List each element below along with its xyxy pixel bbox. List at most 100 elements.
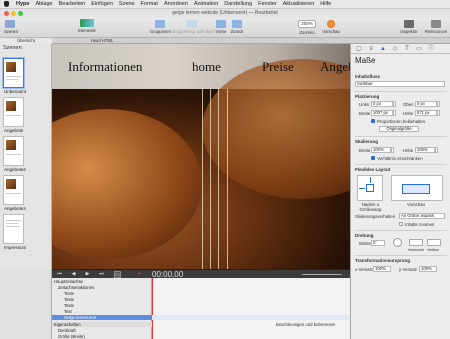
scale-height-stepper[interactable] <box>435 147 438 153</box>
menu-app-name[interactable]: Hype <box>16 1 29 7</box>
timeline-row-selected[interactable]: Geige lernen.text <box>52 315 152 320</box>
menu-item-scene[interactable]: Szene <box>119 1 135 7</box>
scenes-header: Szenen <box>3 45 22 51</box>
scene-thumb-unbenannt[interactable] <box>3 58 24 88</box>
y-offset-field[interactable]: 100% <box>419 266 437 272</box>
menu-item-insert[interactable]: Einfügen <box>91 1 113 7</box>
menu-item-animation[interactable]: Animation <box>194 1 218 7</box>
resources-toggle-button[interactable]: Ressourcen <box>424 20 448 34</box>
loop-icon[interactable]: ▭ <box>114 271 121 278</box>
ungroup-label: Gruppierung aufheben <box>172 29 214 34</box>
minimize-window-icon[interactable] <box>11 11 16 16</box>
send-back-icon <box>232 20 242 28</box>
x-offset-field[interactable]: 100% <box>373 266 391 272</box>
top-stepper[interactable] <box>437 101 440 107</box>
anchor-pin-top[interactable] <box>370 177 371 183</box>
scenes-toggle-button[interactable]: Szenen <box>4 20 18 34</box>
flip-horizontal-button[interactable] <box>409 239 423 246</box>
playhead[interactable] <box>152 278 153 339</box>
elements-label: Elemente <box>78 28 96 33</box>
timeline-row[interactable]: Texte <box>52 291 152 296</box>
identity-inspector-icon[interactable]: ⓘ <box>427 45 435 53</box>
rewind-icon[interactable]: ⏮ <box>56 271 63 278</box>
scale-proportional-checkbox[interactable] <box>371 156 375 160</box>
apple-icon[interactable] <box>4 1 9 7</box>
metrics-inspector-icon[interactable]: ▲ <box>379 45 387 53</box>
left-field[interactable]: 0 px <box>371 101 393 107</box>
window-title-bar: geige lernen website (Unbenannt) — Bearb… <box>0 9 450 17</box>
elements-button[interactable]: Elemente <box>78 19 96 33</box>
text-inspector-icon[interactable]: T <box>403 45 411 53</box>
timeline-row[interactable]: Texte <box>52 303 152 308</box>
scaling-mode-select[interactable]: An Größe anpass. <box>399 213 445 219</box>
width-field[interactable]: 1007 px <box>371 110 393 116</box>
timeline-zoom-slider[interactable] <box>302 274 342 275</box>
left-stepper[interactable] <box>393 101 396 107</box>
close-window-icon[interactable] <box>4 11 9 16</box>
height-field[interactable]: 671 px <box>415 110 437 116</box>
menu-item-window[interactable]: Fenster <box>258 1 277 7</box>
ungroup-button[interactable]: Gruppierung aufheben <box>172 20 214 34</box>
document-inspector-icon[interactable]: ▢ <box>355 45 363 53</box>
bring-front-icon <box>216 20 226 28</box>
scene-thumb-impressum[interactable] <box>3 214 24 244</box>
scale-width-stepper[interactable] <box>391 147 394 153</box>
violin-background-image[interactable] <box>52 59 350 269</box>
scene-thumb-angebote2[interactable] <box>3 136 24 166</box>
timeline-track-area[interactable]: Beschleunigen und bebremsen <box>152 278 350 339</box>
timeline-row[interactable]: Texte <box>52 297 152 302</box>
scene-thumb-line <box>6 193 21 194</box>
property-row-opacity[interactable]: Deckkraft <box>52 328 152 333</box>
main-timeline-select[interactable]: Hauptzeitachse <box>52 279 152 284</box>
send-back-button[interactable]: Zurück <box>230 20 244 34</box>
scale-width-field[interactable]: 100% <box>371 147 391 153</box>
nav-link-informationen[interactable]: Informationen <box>68 59 142 75</box>
scene-inspector-icon[interactable]: ≡ <box>367 45 375 53</box>
timeline-row[interactable]: Text <box>52 309 152 314</box>
step-forward-icon[interactable]: ⏭ <box>98 271 105 278</box>
zoom-window-icon[interactable] <box>18 11 23 16</box>
content-flow-select[interactable]: Sichtbar <box>355 81 445 87</box>
flip-horizontal-label: Horizontal <box>408 248 424 252</box>
height-stepper[interactable] <box>437 110 440 116</box>
actions-inspector-icon[interactable]: ▭ <box>415 45 423 53</box>
nav-link-home[interactable]: home <box>192 59 221 75</box>
width-stepper[interactable] <box>393 110 396 116</box>
element-inspector-icon[interactable]: ◇ <box>391 45 399 53</box>
menu-item-arrange[interactable]: Anordnen <box>164 1 188 7</box>
menu-item-update[interactable]: Aktualisieren <box>283 1 315 7</box>
nav-link-angebote[interactable]: Angebote <box>320 59 350 75</box>
content-flow-heading: Inhaltsfluss <box>355 74 381 79</box>
bring-front-button[interactable]: Vorne <box>214 20 228 34</box>
timeline-row[interactable]: Zeitachsenaktionen <box>52 285 152 290</box>
original-size-button[interactable]: Originalgröße <box>379 126 419 132</box>
scale-height-field[interactable]: 100% <box>415 147 435 153</box>
scene-canvas[interactable]: Informationen home Preise Angebote <box>52 44 350 269</box>
menu-item-format[interactable]: Format <box>141 1 158 7</box>
flip-vertical-button[interactable] <box>427 239 441 246</box>
pin-anchor-editor[interactable] <box>357 175 383 201</box>
menu-item-view[interactable]: Darstellung <box>224 1 252 7</box>
resources-label: Ressourcen <box>424 29 448 34</box>
scene-thumb-angebote3[interactable] <box>3 175 24 205</box>
scale-content-checkbox[interactable] <box>399 222 403 226</box>
anchor-pin-left[interactable] <box>359 188 365 189</box>
play-icon[interactable]: ▶ <box>84 271 91 278</box>
scene-thumb-angebote[interactable] <box>3 97 24 127</box>
step-back-icon[interactable]: ◀ <box>70 271 77 278</box>
group-button[interactable]: Gruppieren <box>150 20 171 34</box>
rotation-dial[interactable] <box>393 238 402 247</box>
nav-link-preise[interactable]: Preise <box>262 59 294 75</box>
zoom-level-field[interactable]: 200% <box>298 20 316 28</box>
menu-item-edit[interactable]: Bearbeiten <box>59 1 86 7</box>
inspector-toggle-button[interactable]: Inspektor <box>398 20 420 34</box>
keep-proportions-checkbox[interactable] <box>371 119 375 123</box>
angle-field[interactable]: 0° <box>371 240 385 246</box>
easing-label[interactable]: Beschleunigen und bebremsen <box>276 322 335 327</box>
preview-button[interactable]: Vorschau <box>322 20 340 34</box>
top-field[interactable]: 0 px <box>415 101 437 107</box>
menu-item-file[interactable]: Ablage <box>35 1 52 7</box>
property-row-width[interactable]: Größe (Breite) <box>52 334 152 339</box>
menu-item-help[interactable]: Hilfe <box>320 1 331 7</box>
record-icon[interactable]: ● <box>136 271 143 278</box>
